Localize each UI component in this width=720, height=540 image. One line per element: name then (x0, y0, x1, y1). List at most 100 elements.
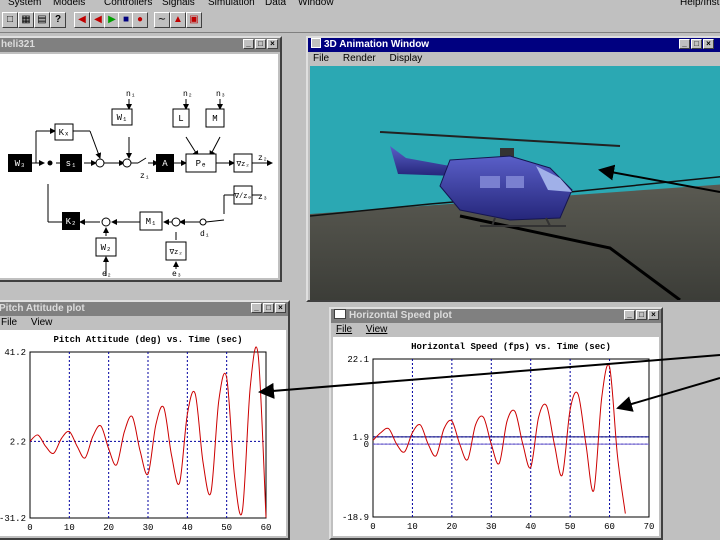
menu-data[interactable]: Data (265, 0, 286, 8)
menu-file[interactable]: File (313, 53, 329, 64)
x-tick-label: 0 (370, 522, 375, 532)
y-tick-label: 2.2 (10, 437, 26, 447)
menu-view[interactable]: View (31, 317, 53, 328)
block-m1-label: M₁ (146, 217, 157, 227)
pitch-chart: Pitch Attitude (deg) vs. Time (sec) 0 10 20… (0, 335, 271, 533)
signal-z3: z₃ (258, 193, 268, 202)
signal-z2: z₂ (258, 154, 268, 163)
menu-view[interactable]: View (366, 324, 388, 335)
series-line (372, 364, 626, 514)
signal-n3: n₃ (216, 90, 226, 99)
chart-title: Horizontal Speed (fps) vs. Time (sec) (411, 342, 611, 352)
chart-icon[interactable]: ∼ (154, 12, 170, 28)
chart-window-icon (334, 309, 346, 319)
maximize-button[interactable]: □ (255, 39, 266, 49)
animation-viewport (310, 66, 720, 300)
block-m-label: M (212, 114, 217, 124)
x-tick-label: 20 (446, 522, 457, 532)
y-tick-label: -18.9 (342, 513, 369, 523)
window-title: heli321 (1, 39, 35, 50)
maximize-button[interactable]: □ (691, 39, 702, 49)
record-icon[interactable]: ● (132, 12, 148, 28)
helicopter-scene (310, 131, 720, 300)
close-button[interactable]: × (275, 303, 286, 313)
y-tick-label: 0 (364, 440, 369, 450)
menu-display[interactable]: Display (390, 53, 423, 64)
animation-window: 3D Animation Window _ □ × File Render Disp… (306, 36, 720, 302)
maximize-button[interactable]: □ (263, 303, 274, 313)
hspeed-plot-menu: File View (331, 323, 661, 336)
signal-n1: n₁ (126, 90, 136, 99)
block-diagram-titlebar: heli321 _ □ × (0, 38, 280, 52)
x-tick-label: 40 (182, 523, 193, 533)
pitch-plot-titlebar: Pitch Attitude plot _ □ × (0, 302, 288, 316)
window-title: Horizontal Speed plot (349, 310, 452, 321)
block-w2-label: W₂ (101, 243, 112, 253)
hspeed-chart: Horizontal Speed (fps) vs. Time (sec) 0 10… (342, 342, 655, 532)
junction-dot (47, 160, 53, 166)
y-tick-label: 22.1 (347, 355, 369, 365)
x-tick-label: 0 (27, 523, 32, 533)
hspeed-plot-canvas: Horizontal Speed (fps) vs. Time (sec) 0 10… (333, 337, 659, 536)
menu-signals[interactable]: Signals (162, 0, 195, 8)
block-vzu-label: ∇/zₔ (233, 192, 251, 201)
rewind-icon[interactable]: ◀ (74, 12, 90, 28)
print-icon[interactable]: ▤ (34, 12, 50, 28)
minimize-button[interactable]: _ (679, 39, 690, 49)
block-vz2-label: ∇z₂ (168, 248, 182, 257)
block-k2-label: K₂ (66, 217, 77, 227)
close-button[interactable]: × (267, 39, 278, 49)
signal-z1: z₁ (140, 172, 150, 181)
x-tick-label: 50 (565, 522, 576, 532)
window-title: Pitch Attitude plot (0, 303, 85, 314)
x-tick-label: 60 (604, 522, 615, 532)
menu-window[interactable]: Window (298, 0, 334, 8)
menu-system[interactable]: System (8, 0, 41, 8)
minimize-button[interactable]: _ (251, 303, 262, 313)
minimize-button[interactable]: _ (243, 39, 254, 49)
block-l-label: L (178, 114, 183, 124)
save-icon[interactable]: ▦ (18, 12, 34, 28)
chart-title: Pitch Attitude (deg) vs. Time (sec) (53, 335, 242, 345)
probe-icon[interactable]: ▲ (170, 12, 186, 28)
signal-e3: e₃ (172, 270, 182, 278)
block-vz-label: ∇z₂ (235, 160, 249, 169)
x-tick-label: 50 (221, 523, 232, 533)
x-tick-label: 40 (525, 522, 536, 532)
menu-controllers[interactable]: Controllers (104, 0, 152, 8)
window-title: 3D Animation Window (324, 39, 430, 50)
close-button[interactable]: × (648, 310, 659, 320)
maximize-button[interactable]: □ (636, 310, 647, 320)
x-tick-label: 70 (644, 522, 655, 532)
pitch-plot-menu: File View (0, 316, 288, 329)
signal-n2: n₂ (183, 90, 193, 99)
menu-render[interactable]: Render (343, 53, 376, 64)
signal-d1: d₁ (200, 230, 210, 239)
x-tick-label: 20 (103, 523, 114, 533)
x-tick-label: 30 (143, 523, 154, 533)
block-s1-label: s₁ (66, 159, 77, 169)
close-window-icon[interactable]: ▣ (186, 12, 202, 28)
menu-models[interactable]: Models (53, 0, 85, 8)
x-tick-label: 10 (64, 523, 75, 533)
pitch-plot-window: Pitch Attitude plot _ □ × File View Pitch … (0, 300, 290, 540)
hspeed-plot-titlebar: Horizontal Speed plot _ □ × (331, 309, 661, 323)
minimize-button[interactable]: _ (624, 310, 635, 320)
close-button[interactable]: × (703, 39, 714, 49)
help-icon[interactable]: ? (50, 12, 66, 28)
main-menubar: System Models Controllers Signals Simula… (0, 0, 720, 10)
open-icon[interactable]: □ (2, 12, 18, 28)
signal-e2: e₂ (102, 270, 112, 278)
block-diagram: Kₓ W₁ L M W₃ s₁ A Pₑ ∇z₂ ∇/zₔ K₂ M₁ W₂ ∇… (8, 90, 273, 278)
menu-file[interactable]: File (1, 317, 17, 328)
block-a-label: A (162, 159, 168, 169)
menu-help[interactable]: Help/Inst (680, 0, 719, 8)
animation-menu: File Render Display (308, 52, 720, 65)
menu-file[interactable]: File (336, 324, 352, 335)
x-tick-label: 30 (486, 522, 497, 532)
x-tick-label: 10 (407, 522, 418, 532)
y-tick-label: -31.2 (0, 514, 26, 524)
plot-area (372, 358, 650, 518)
menu-simulation[interactable]: Simulation (208, 0, 255, 8)
block-kx-label: Kₓ (59, 128, 70, 138)
